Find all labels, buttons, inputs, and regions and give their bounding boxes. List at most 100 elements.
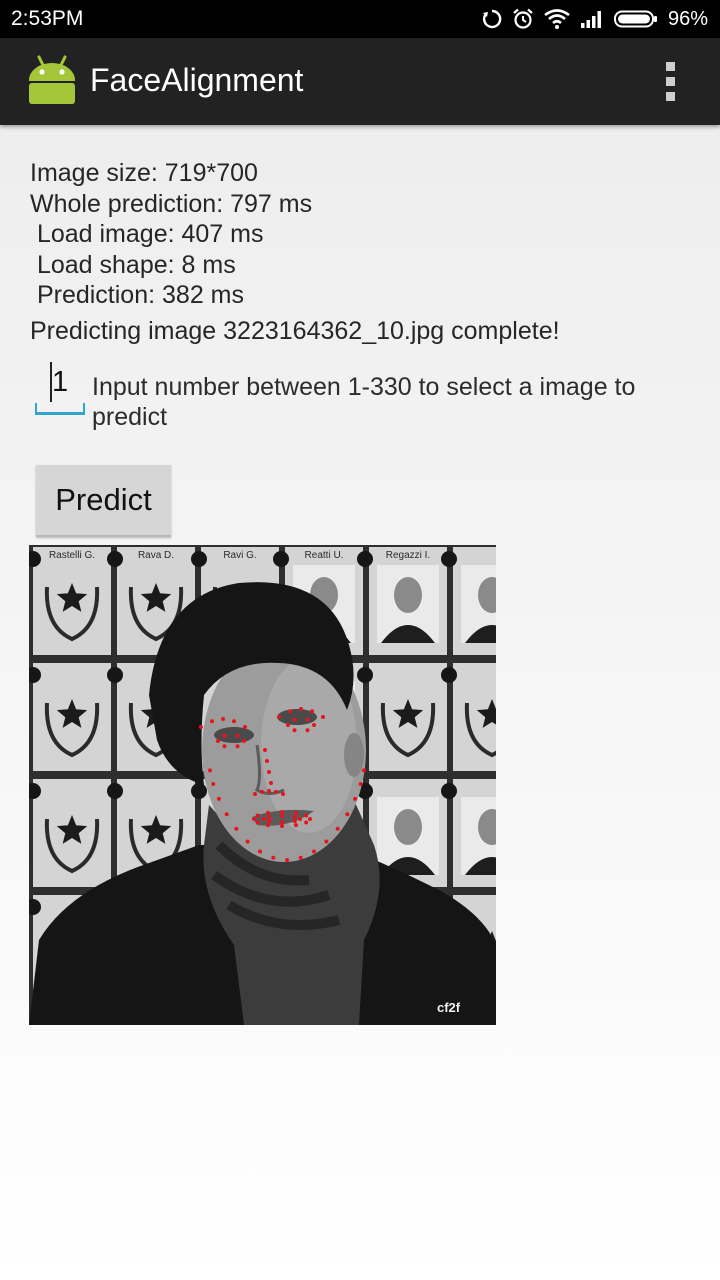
landmark-point — [267, 770, 271, 774]
landmark-point — [255, 813, 260, 818]
landmark-point — [299, 707, 303, 711]
landmark-point — [304, 813, 309, 818]
landmark-point — [211, 782, 216, 786]
landmark-point — [288, 709, 292, 714]
result-photo: Rastelli G. Rava D. Ravi G. Reatti U. Regazz… — [29, 545, 496, 1025]
landmark-point — [294, 823, 298, 828]
wall-stud — [273, 551, 289, 567]
landmark-point — [274, 789, 278, 794]
landmark-point — [267, 819, 272, 824]
landmark-point — [269, 781, 273, 785]
image-selector-row: 1 Input number between 1-330 to select a… — [30, 360, 690, 440]
load-shape-text: Load shape: 8 ms — [30, 250, 236, 279]
wall-stud — [357, 551, 373, 567]
landmark-point — [281, 792, 285, 796]
landmark-point — [308, 817, 312, 821]
landmark-point — [298, 817, 302, 821]
landmark-point — [245, 839, 250, 844]
landmark-point — [285, 858, 289, 862]
landmark-point — [271, 855, 276, 860]
image-number-input[interactable]: 1 — [35, 360, 85, 415]
plaque-name: Regazzi I. — [386, 550, 430, 561]
landmark-point — [222, 744, 227, 749]
wall-stud — [441, 551, 457, 567]
landmark-point — [266, 823, 270, 828]
android-app-icon — [29, 55, 75, 104]
plaque: Rastelli G. — [33, 547, 111, 655]
landmark-point — [210, 719, 214, 724]
landmark-point — [324, 839, 329, 844]
landmark-point — [280, 824, 284, 828]
landmark-point — [266, 810, 270, 815]
landmark-point — [208, 768, 212, 773]
landmark-point — [312, 849, 316, 854]
landmark-point — [277, 715, 281, 719]
landmark-point — [280, 814, 284, 818]
plaque-name: Rava D. — [138, 550, 174, 561]
landmark-point — [255, 820, 260, 825]
landmark-point — [267, 789, 271, 793]
landmark-point — [235, 744, 240, 749]
landmark-point — [335, 826, 340, 831]
status-bar: 2:53PM 96% — [0, 0, 720, 38]
landmark-point — [224, 812, 229, 817]
wall-stud — [107, 783, 123, 799]
landmark-point — [216, 796, 221, 801]
action-bar: FaceAlignment — [0, 38, 720, 125]
landmark-point — [362, 768, 366, 773]
landmark-point — [280, 810, 284, 814]
landmark-point — [243, 725, 247, 729]
landmark-point — [262, 817, 266, 821]
wall-stud — [107, 551, 123, 567]
landmark-point — [358, 782, 363, 786]
overflow-menu-icon[interactable] — [656, 60, 686, 104]
wall-stud — [441, 667, 457, 683]
status-icons: 96% — [482, 6, 708, 32]
watermark-text: cf2f — [437, 1000, 461, 1015]
predict-button[interactable]: Predict — [36, 465, 171, 537]
landmark-point — [292, 717, 297, 722]
wall-stud — [107, 667, 123, 683]
landmark-point — [298, 855, 303, 860]
plaque-name: Rastelli G. — [49, 550, 95, 561]
battery-percent: 96% — [667, 7, 708, 30]
plaque — [453, 547, 496, 655]
image-size-text: Image size: 719*700 — [30, 159, 258, 187]
image-number-value: 1 — [52, 366, 69, 398]
landmark-point — [304, 820, 309, 825]
landmark-point — [310, 709, 314, 714]
wall-stud — [191, 783, 207, 799]
landmark-point — [221, 717, 225, 721]
status-time: 2:53PM — [11, 7, 84, 30]
landmark-point — [353, 796, 358, 801]
plaque — [33, 779, 111, 887]
landmark-point — [345, 812, 350, 817]
landmark-point — [265, 759, 269, 763]
landmark-point — [286, 723, 290, 727]
signal-icon — [580, 11, 601, 28]
landmark-point — [232, 719, 236, 724]
landmark-point — [258, 849, 262, 854]
prediction-text: Prediction: 382 ms — [30, 281, 244, 309]
landmark-point — [216, 739, 220, 743]
image-number-hint: Input number between 1-330 to select a i… — [92, 373, 636, 431]
sync-icon — [482, 9, 502, 29]
landmark-point — [294, 810, 298, 815]
landmark-point — [222, 733, 227, 738]
whole-prediction-text: Whole prediction: 797 ms — [30, 189, 313, 218]
alarm-icon — [513, 8, 533, 29]
landmark-point — [234, 826, 239, 831]
landmark-point — [292, 814, 297, 819]
plaque-name: Reatti U. — [305, 550, 344, 561]
landmark-point — [267, 814, 272, 819]
prediction-result-image: Rastelli G. Rava D. Ravi G. Reatti U. Regazz… — [29, 545, 496, 1025]
landmark-point — [292, 819, 297, 824]
wall-stud — [357, 667, 373, 683]
plaque — [369, 663, 447, 771]
plaque: Regazzi I. — [369, 547, 447, 655]
landmark-point — [305, 728, 310, 733]
wall-stud — [191, 551, 207, 567]
app-title: FaceAlignment — [90, 62, 304, 98]
plaque — [33, 663, 111, 771]
plaque — [453, 663, 496, 771]
